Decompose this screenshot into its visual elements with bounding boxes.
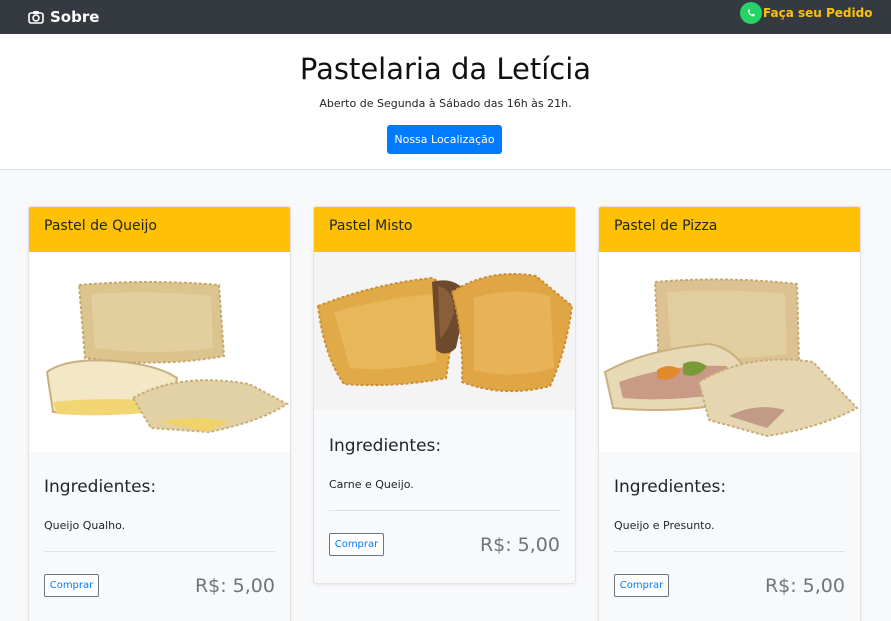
pastel-pizza-image [599, 252, 860, 452]
price-label: R$: 5,00 [479, 533, 560, 556]
location-button[interactable]: Nossa Localização [387, 125, 502, 154]
page-title: Pastelaria da Letícia [299, 52, 592, 86]
top-navbar: Sobre Faça seu Pedido [0, 0, 891, 34]
order-link[interactable]: Faça seu Pedido [740, 2, 872, 24]
hero-section: Pastelaria da Letícia Aberto de Segunda … [0, 34, 891, 170]
card-divider [614, 551, 845, 552]
opening-hours: Aberto de Segunda à Sábado das 16h às 21… [319, 97, 572, 110]
ingredients-text: Queijo e Presunto. [614, 519, 715, 532]
product-card-pizza: Pastel de Pizza Ingredientes: Queijo e P… [598, 206, 861, 621]
pastel-queijo-image [29, 252, 290, 452]
buy-button[interactable]: Comprar [614, 574, 669, 597]
price-label: R$: 5,00 [764, 574, 845, 597]
product-name: Pastel de Pizza [599, 207, 860, 252]
ingredients-heading: Ingredientes: [614, 477, 727, 497]
buy-button[interactable]: Comprar [329, 533, 384, 556]
pastel-misto-image [314, 252, 575, 410]
ingredients-heading: Ingredientes: [329, 436, 442, 456]
ingredients-text: Carne e Queijo. [329, 478, 414, 491]
card-divider [329, 510, 560, 511]
camera-icon [28, 11, 44, 24]
about-link-label: Sobre [50, 8, 100, 26]
whatsapp-icon [740, 2, 762, 24]
ingredients-heading: Ingredientes: [44, 477, 157, 497]
product-name: Pastel Misto [314, 207, 575, 252]
card-divider [44, 551, 275, 552]
order-link-label: Faça seu Pedido [763, 6, 873, 20]
price-label: R$: 5,00 [194, 574, 275, 597]
buy-button[interactable]: Comprar [44, 574, 99, 597]
about-link[interactable]: Sobre [28, 5, 99, 29]
product-card-queijo: Pastel de Queijo Ingredientes: Queijo Qu… [28, 206, 291, 621]
product-name: Pastel de Queijo [29, 207, 290, 252]
product-card-misto: Pastel Misto Ingredientes: Carne e Queij… [313, 206, 576, 584]
ingredients-text: Queijo Qualho. [44, 519, 126, 532]
